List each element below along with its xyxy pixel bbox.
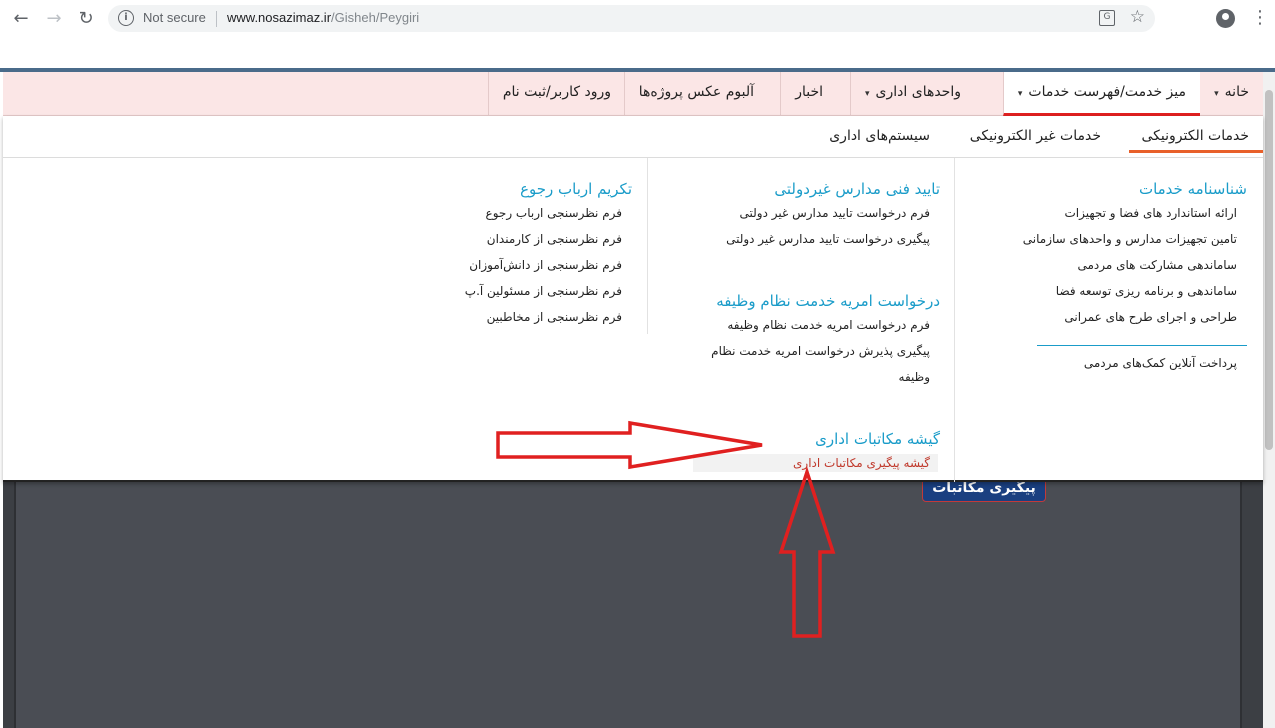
- link-private-school-request[interactable]: فرم درخواست تایید مدارس غیر دولتی: [740, 206, 930, 220]
- nav-departments[interactable]: واحدهای اداری ▾: [850, 72, 975, 116]
- link-survey-clients[interactable]: فرم نظرسنجی ارباب رجوع: [486, 206, 622, 220]
- tab-office-systems[interactable]: سیستم‌های اداری: [829, 128, 930, 144]
- link-military-service-tracking[interactable]: پیگیری پذیرش درخواست امریه خدمت نظام: [711, 344, 930, 358]
- scrollbar-thumb[interactable]: [1265, 90, 1273, 450]
- service-subtabs: خدمات الکترونیکی خدمات غیر الکترونیکی سی…: [3, 116, 1263, 158]
- group-title-private-schools[interactable]: تایید فنی مدارس غیردولتی: [774, 180, 940, 198]
- nav-photo-album-label: آلبوم عکس پروژه‌ها: [638, 84, 754, 100]
- group-title-client-respect[interactable]: تکریم ارباب رجوع: [520, 180, 632, 198]
- link-space-standards[interactable]: ارائه استاندارد های فضا و تجهیزات: [1064, 206, 1237, 220]
- group-title-service-id[interactable]: شناسنامه خدمات: [1139, 180, 1247, 198]
- reload-icon[interactable]: ↻: [74, 8, 98, 30]
- link-private-school-tracking[interactable]: پیگیری درخواست تایید مدارس غیر دولتی: [726, 232, 930, 246]
- group-title-office-letters[interactable]: گیشه مکاتبات اداری: [815, 430, 940, 448]
- link-survey-pta[interactable]: فرم نظرسنجی از مسئولین آ.پ: [465, 284, 622, 298]
- nav-login-register-label: ورود کاربر/ثبت نام: [502, 84, 611, 100]
- column-divider: [954, 158, 955, 482]
- forward-icon[interactable]: →: [42, 8, 66, 30]
- services-dropdown: خدمات الکترونیکی خدمات غیر الکترونیکی سی…: [3, 116, 1263, 482]
- nav-photo-album[interactable]: آلبوم عکس پروژه‌ها: [623, 72, 768, 116]
- page-scrollbar[interactable]: [1263, 72, 1275, 728]
- nav-service-desk-label: میز خدمت/فهرست خدمات: [1028, 84, 1186, 100]
- section-divider: [1037, 345, 1247, 346]
- column-divider: [647, 158, 648, 334]
- link-equipment-supply[interactable]: تامین تجهیزات مدارس و واحدهای سازمانی: [1023, 232, 1237, 246]
- tab-electronic-services[interactable]: خدمات الکترونیکی: [1129, 128, 1263, 153]
- bookmark-star-icon[interactable]: ☆: [1130, 7, 1145, 27]
- link-construction-design[interactable]: طراحی و اجرای طرح های عمرانی: [1064, 310, 1237, 324]
- link-survey-audience[interactable]: فرم نظرسنجی از مخاطبین: [487, 310, 622, 324]
- link-survey-students[interactable]: فرم نظرسنجی از دانش‌آموزان: [469, 258, 622, 272]
- chevron-down-icon: ▾: [865, 89, 870, 99]
- security-status: Not secure: [143, 10, 206, 25]
- link-space-development[interactable]: ساماندهی و برنامه ریزی توسعه فضا: [1056, 284, 1237, 298]
- browser-menu-icon[interactable]: ⋮: [1251, 6, 1269, 30]
- chevron-down-icon: ▾: [1214, 89, 1219, 99]
- url-text[interactable]: www.nosazimaz.ir/Gisheh/Peygiri: [227, 10, 419, 25]
- nav-home[interactable]: خانه ▾: [1199, 72, 1263, 116]
- content-panel: [14, 482, 1242, 728]
- translate-icon[interactable]: G: [1099, 10, 1115, 26]
- link-online-donation[interactable]: پرداخت آنلاین کمک‌های مردمی: [1084, 356, 1237, 370]
- tab-non-electronic-services[interactable]: خدمات غیر الکترونیکی: [970, 128, 1101, 144]
- account-icon[interactable]: [1216, 9, 1235, 28]
- nav-departments-label: واحدهای اداری: [875, 84, 961, 100]
- address-separator: [216, 11, 217, 27]
- back-icon[interactable]: ←: [9, 8, 33, 30]
- link-office-letters-tracking[interactable]: گیشه پیگیری مکاتبات اداری: [693, 454, 938, 472]
- link-public-participation[interactable]: ساماندهی مشارکت های مردمی: [1078, 258, 1238, 272]
- main-navigation: خانه ▾ میز خدمت/فهرست خدمات ▾ واحدهای ادار…: [3, 72, 1263, 116]
- address-bar[interactable]: i Not secure www.nosazimaz.ir/Gisheh/Pey…: [108, 5, 1155, 32]
- nav-news[interactable]: اخبار: [780, 72, 837, 116]
- nav-home-label: خانه: [1224, 84, 1249, 100]
- group-title-military-service[interactable]: درخواست امریه خدمت نظام وظیفه: [716, 292, 940, 310]
- url-host: www.nosazimaz.ir: [227, 10, 332, 25]
- browser-toolbar: ← → ↻ i Not secure www.nosazimaz.ir/Gish…: [0, 0, 1275, 38]
- link-military-service-request[interactable]: فرم درخواست امریه خدمت نظام وظیفه: [727, 318, 930, 332]
- info-icon[interactable]: i: [118, 10, 134, 26]
- nav-news-label: اخبار: [795, 84, 823, 100]
- link-survey-employees[interactable]: فرم نظرسنجی از کارمندان: [487, 232, 622, 246]
- chevron-down-icon: ▾: [1017, 89, 1023, 99]
- link-military-service-tracking-cont[interactable]: وظیفه: [899, 370, 930, 384]
- url-path: /Gisheh/Peygiri: [331, 10, 420, 25]
- nav-login-register[interactable]: ورود کاربر/ثبت نام: [487, 72, 625, 116]
- nav-service-desk[interactable]: میز خدمت/فهرست خدمات ▾: [1002, 72, 1200, 116]
